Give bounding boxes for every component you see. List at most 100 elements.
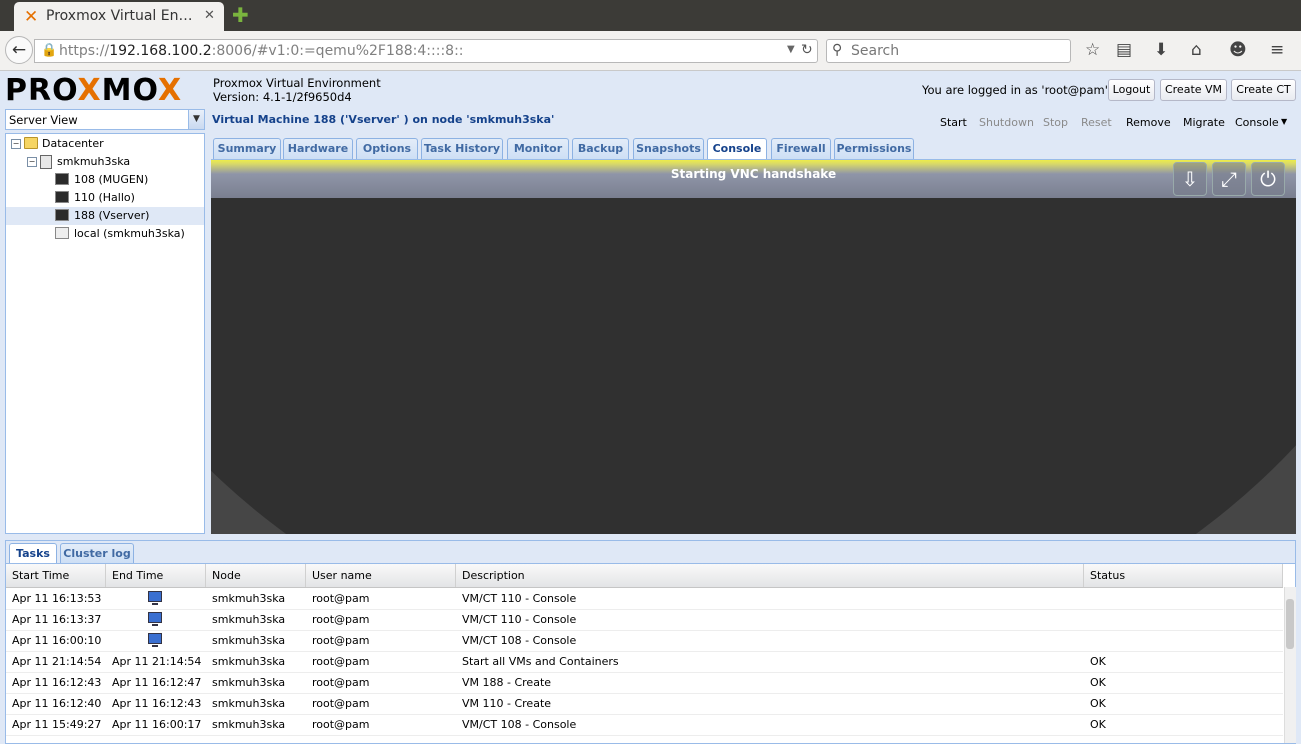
table-row[interactable]: Apr 11 16:12:40 Apr 11 16:12:43 smkmuh3ska… [6, 693, 1283, 715]
tab-options[interactable]: Options [356, 138, 418, 159]
running-task-icon [148, 633, 162, 647]
cell-status [1084, 630, 1283, 651]
home-icon[interactable]: ⌂ [1191, 40, 1202, 60]
tab-permissions[interactable]: Permissions [834, 138, 914, 159]
vm-monitor-icon [55, 191, 69, 203]
url-bar[interactable]: 🔒 https://192.168.100.2:8006/#v1:0:=qemu… [34, 39, 818, 63]
cell-start: Apr 11 16:13:53 [12, 592, 102, 605]
vnc-status-bar: Starting VNC handshake ⇩ ⤢ ⏻ [211, 160, 1296, 198]
search-bar[interactable]: ⚲ Search [826, 39, 1071, 63]
cell-user: root@pam [312, 655, 370, 668]
cell-desc: Start all VMs and Containers [462, 655, 619, 668]
cell-start: Apr 11 16:13:37 [12, 613, 102, 626]
running-task-icon [148, 612, 162, 626]
table-row[interactable]: Apr 11 16:13:37 smkmuh3ska root@pam VM/CT 1… [6, 609, 1283, 631]
tab-monitor[interactable]: Monitor [507, 138, 569, 159]
column-header[interactable]: Node [206, 564, 306, 587]
product-version: Version: 4.1-1/2f9650d4 [213, 90, 352, 104]
reset-button[interactable]: Reset [1081, 116, 1112, 129]
cell-node: smkmuh3ska [212, 613, 286, 626]
tree-item-vm-108[interactable]: 108 (MUGEN) [6, 171, 204, 189]
tree-item-vm-188[interactable]: 188 (Vserver) [6, 207, 204, 225]
column-header[interactable]: Status [1084, 564, 1283, 587]
start-button[interactable]: Start [940, 116, 967, 129]
column-header[interactable]: User name [306, 564, 456, 587]
table-row[interactable]: Apr 11 16:13:53 smkmuh3ska root@pam VM/CT 1… [6, 588, 1283, 610]
cell-user: root@pam [312, 676, 370, 689]
chevron-down-icon[interactable]: ▼ [1281, 117, 1287, 126]
back-button[interactable]: ← [5, 36, 33, 64]
tree-item-storage[interactable]: local (smkmuh3ska) [6, 225, 204, 243]
collapse-icon[interactable]: − [27, 157, 37, 167]
cell-desc: VM 188 - Create [462, 676, 552, 689]
reading-list-icon[interactable]: ▤ [1116, 40, 1132, 60]
cell-start: Apr 11 21:14:54 [12, 655, 102, 668]
tab-hardware[interactable]: Hardware [283, 138, 353, 159]
reload-icon[interactable]: ↻ [801, 42, 813, 58]
table-row[interactable]: Apr 11 15:49:27 Apr 11 16:00:17 smkmuh3ska… [6, 714, 1283, 736]
cell-end [106, 630, 212, 651]
tab-backup[interactable]: Backup [572, 138, 629, 159]
shutdown-button[interactable]: Shutdown [979, 116, 1034, 129]
chevron-down-icon[interactable]: ▼ [188, 110, 204, 129]
tab-firewall[interactable]: Firewall [771, 138, 831, 159]
cell-desc: VM/CT 110 - Console [462, 592, 577, 605]
vm-monitor-icon [55, 173, 69, 185]
vnc-console[interactable]: Starting VNC handshake ⇩ ⤢ ⏻ [211, 160, 1296, 534]
remove-button[interactable]: Remove [1126, 116, 1171, 129]
cell-desc: VM/CT 108 - Console [462, 634, 577, 647]
cell-end [106, 609, 212, 630]
url-dropdown-icon[interactable]: ▼ [787, 44, 795, 55]
download-icon[interactable]: ⬇ [1154, 40, 1168, 60]
stop-button[interactable]: Stop [1043, 116, 1068, 129]
create-ct-button[interactable]: Create CT [1231, 79, 1296, 101]
product-name: Proxmox Virtual Environment [213, 76, 381, 90]
tree-item-vm-110[interactable]: 110 (Hallo) [6, 189, 204, 207]
collapse-icon[interactable]: − [11, 139, 21, 149]
table-row[interactable]: Apr 11 16:12:43 Apr 11 16:12:47 smkmuh3ska… [6, 672, 1283, 694]
create-vm-button[interactable]: Create VM [1160, 79, 1227, 101]
cell-end [106, 588, 212, 609]
tree-item-datacenter[interactable]: − Datacenter [6, 135, 204, 153]
tab-console[interactable]: Console [707, 138, 767, 159]
log-panel: Tasks Cluster log Start Time End Time No… [5, 540, 1296, 744]
browser-titlebar: ✕ Proxmox Virtual En… ✕ ✚ [0, 0, 1301, 31]
vm-monitor-icon [55, 209, 69, 221]
column-header[interactable]: End Time [106, 564, 206, 587]
cell-node: smkmuh3ska [212, 718, 286, 731]
log-tabs: Tasks Cluster log [6, 541, 1295, 564]
vnc-status-text: Starting VNC handshake [670, 167, 837, 181]
tab-tasks[interactable]: Tasks [9, 543, 57, 563]
tasks-grid-header: Start Time End Time Node User name Descr… [6, 564, 1283, 588]
folder-icon [24, 137, 38, 149]
send-keys-icon[interactable]: ⇩ [1173, 162, 1207, 196]
column-header[interactable]: Description [456, 564, 1084, 587]
bookmark-star-icon[interactable]: ☆ [1085, 40, 1100, 60]
fullscreen-icon[interactable]: ⤢ [1212, 162, 1246, 196]
column-header[interactable]: Start Time [6, 564, 106, 587]
table-row[interactable]: Apr 11 21:14:54 Apr 11 21:14:54 smkmuh3ska… [6, 651, 1283, 673]
server-view-select[interactable]: Server View ▼ [5, 109, 205, 130]
scrollbar-thumb[interactable] [1286, 599, 1294, 649]
close-tab-icon[interactable]: ✕ [204, 8, 215, 23]
chat-icon[interactable]: ☻ [1229, 40, 1247, 60]
logout-button[interactable]: Logout [1108, 79, 1155, 101]
cell-user: root@pam [312, 613, 370, 626]
cell-user: root@pam [312, 697, 370, 710]
console-menu-button[interactable]: Console [1235, 116, 1279, 129]
cell-start: Apr 11 16:12:43 [12, 676, 102, 689]
browser-tab[interactable]: ✕ Proxmox Virtual En… ✕ [14, 2, 224, 31]
tab-task-history[interactable]: Task History [421, 138, 503, 159]
tab-summary[interactable]: Summary [213, 138, 281, 159]
tasks-scrollbar[interactable] [1284, 587, 1296, 743]
cell-status: OK [1090, 718, 1106, 731]
tab-cluster-log[interactable]: Cluster log [60, 543, 134, 563]
tab-snapshots[interactable]: Snapshots [633, 138, 704, 159]
new-tab-icon[interactable]: ✚ [232, 3, 249, 27]
menu-icon[interactable]: ≡ [1270, 40, 1284, 60]
tree-item-node[interactable]: − smkmuh3ska [6, 153, 204, 171]
migrate-button[interactable]: Migrate [1183, 116, 1225, 129]
cell-start: Apr 11 16:12:40 [12, 697, 102, 710]
power-icon[interactable]: ⏻ [1251, 162, 1285, 196]
table-row[interactable]: Apr 11 16:00:10 smkmuh3ska root@pam VM/CT 1… [6, 630, 1283, 652]
